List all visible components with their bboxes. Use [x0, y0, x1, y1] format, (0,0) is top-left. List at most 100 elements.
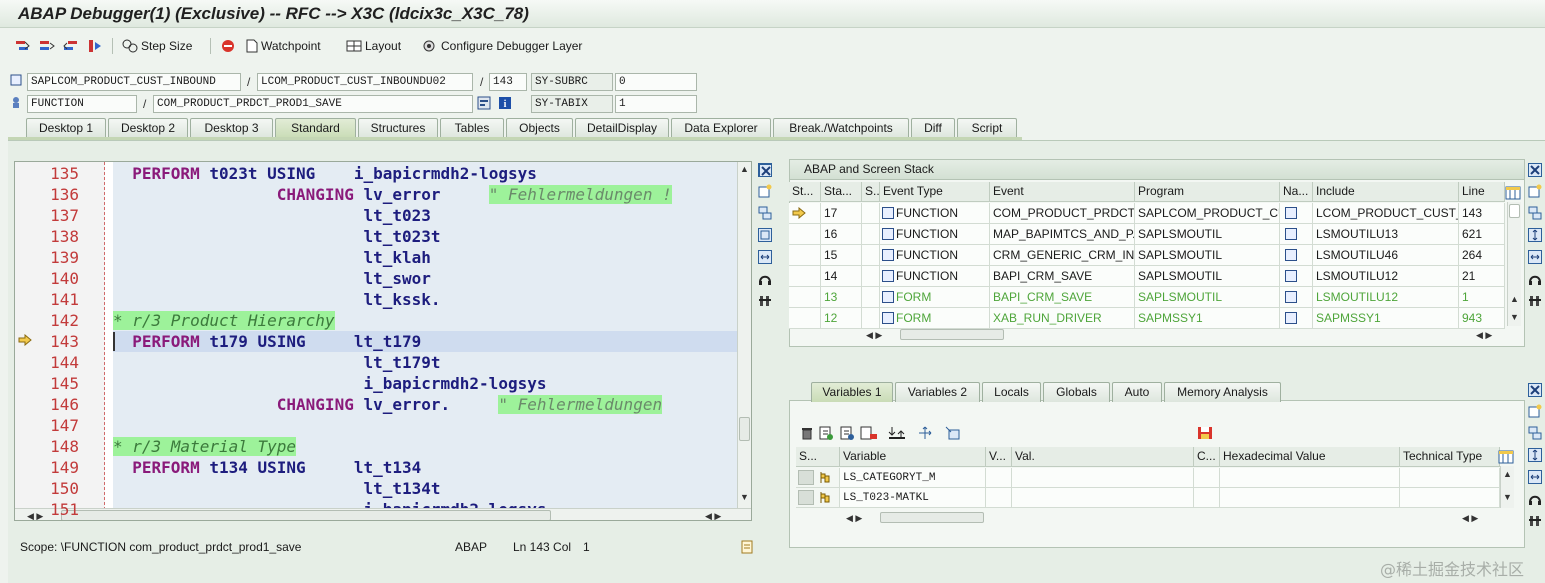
- stack-cell[interactable]: FUNCTION: [880, 203, 990, 224]
- line-number[interactable]: 142: [15, 310, 79, 331]
- stack-cell[interactable]: XAB_RUN_DRIVER: [990, 308, 1135, 329]
- stack-cell[interactable]: SAPMSSY1: [1313, 308, 1459, 329]
- line-number[interactable]: 149: [15, 457, 79, 478]
- stop-icon[interactable]: [221, 36, 235, 56]
- tab-structures[interactable]: Structures: [358, 118, 438, 138]
- stack-cell[interactable]: [862, 308, 880, 329]
- import-icon[interactable]: [819, 426, 833, 440]
- line-number[interactable]: 145: [15, 373, 79, 394]
- tab-variables-4[interactable]: Auto: [1112, 382, 1162, 402]
- stack-column-header[interactable]: Event Type: [880, 182, 990, 202]
- stack-cell[interactable]: LSMOUTILU12: [1313, 266, 1459, 287]
- stack-column-header[interactable]: Include: [1313, 182, 1459, 202]
- stack-cell[interactable]: [1280, 308, 1313, 329]
- close-icon[interactable]: [758, 163, 772, 177]
- navigate-icon[interactable]: [1285, 249, 1297, 261]
- stack-cell[interactable]: FORM: [880, 287, 990, 308]
- variable-cell[interactable]: [1400, 468, 1500, 488]
- stack-column-header[interactable]: Na...: [1280, 182, 1313, 202]
- include-field[interactable]: LCOM_PRODUCT_CUST_INBOUNDU02: [257, 73, 473, 91]
- column-layout-icon[interactable]: [1498, 450, 1514, 464]
- line-number[interactable]: 135: [15, 163, 79, 184]
- stack-cell[interactable]: [862, 266, 880, 287]
- variable-cell[interactable]: [1400, 488, 1500, 508]
- stack-column-header[interactable]: Program: [1135, 182, 1280, 202]
- editor-hscroll-thumb[interactable]: [61, 510, 551, 520]
- stack-cell[interactable]: 21: [1459, 266, 1505, 287]
- move-icon[interactable]: [916, 426, 934, 440]
- stack-column-header[interactable]: St...: [789, 182, 821, 202]
- line-number[interactable]: 141: [15, 289, 79, 310]
- stack-cell[interactable]: 621: [1459, 224, 1505, 245]
- stack-cell[interactable]: [1280, 266, 1313, 287]
- stack-cell[interactable]: LSMOUTILU46: [1313, 245, 1459, 266]
- delete-var-icon[interactable]: [860, 426, 878, 440]
- swap-tool-icon[interactable]: [1528, 206, 1542, 220]
- tab-tables[interactable]: Tables: [440, 118, 504, 138]
- stack-column-header[interactable]: Line: [1459, 182, 1505, 202]
- watchpoint-button[interactable]: Watchpoint: [246, 36, 321, 56]
- stack-cell[interactable]: 14: [821, 266, 862, 287]
- new-tool-icon[interactable]: [1528, 404, 1542, 418]
- tab-script[interactable]: Script: [957, 118, 1017, 138]
- stack-cell[interactable]: FUNCTION: [880, 224, 990, 245]
- stack-cell[interactable]: LSMOUTILU12: [1313, 287, 1459, 308]
- stack-cell[interactable]: SAPLSMOUTIL: [1135, 287, 1280, 308]
- tab-desktop-1[interactable]: Desktop 1: [26, 118, 106, 138]
- swap-tool-icon[interactable]: [1528, 426, 1542, 440]
- settings-icon[interactable]: [1528, 294, 1542, 308]
- maximize-icon[interactable]: [1528, 448, 1542, 462]
- single-step-icon[interactable]: [15, 36, 31, 56]
- tab-data-explorer[interactable]: Data Explorer: [671, 118, 771, 138]
- code-area[interactable]: PERFORM t023t USING i_bapicrmdh2-logsys …: [113, 162, 751, 520]
- tab-desktop-3[interactable]: Desktop 3: [190, 118, 273, 138]
- variable-cell[interactable]: [796, 468, 840, 488]
- tab-breakpoints[interactable]: Break./Watchpoints: [773, 118, 909, 138]
- navigate-icon[interactable]: [1285, 291, 1297, 303]
- tab-variables-5[interactable]: Memory Analysis: [1164, 382, 1281, 402]
- configure-layer-button[interactable]: Configure Debugger Layer: [422, 36, 582, 56]
- line-number[interactable]: 138: [15, 226, 79, 247]
- tab-desktop-2[interactable]: Desktop 2: [108, 118, 188, 138]
- stack-cell[interactable]: BAPI_CRM_SAVE: [990, 287, 1135, 308]
- editor-vscroll-thumb[interactable]: [739, 417, 750, 441]
- line-number[interactable]: 140: [15, 268, 79, 289]
- stack-cell[interactable]: COM_PRODUCT_PRDCT_...: [990, 203, 1135, 224]
- stack-cell[interactable]: [1280, 224, 1313, 245]
- variables-column-header[interactable]: S...: [796, 447, 840, 467]
- variable-cell[interactable]: [1194, 488, 1220, 508]
- variable-cell[interactable]: [1012, 468, 1194, 488]
- variables-column-header[interactable]: Technical Type: [1400, 447, 1500, 467]
- line-number[interactable]: 146: [15, 394, 79, 415]
- tab-variables-1[interactable]: Variables 2: [895, 382, 980, 402]
- settings-icon[interactable]: [758, 294, 772, 308]
- delete-icon[interactable]: [800, 426, 814, 440]
- close-icon[interactable]: [1528, 163, 1542, 177]
- variables-column-header[interactable]: V...: [986, 447, 1012, 467]
- variable-cell[interactable]: [1220, 468, 1400, 488]
- line-number[interactable]: 147: [15, 415, 79, 436]
- line-number[interactable]: 139: [15, 247, 79, 268]
- stack-cell[interactable]: [1280, 245, 1313, 266]
- maximize-icon[interactable]: [758, 228, 772, 242]
- editor-hscrollbar[interactable]: ◀ ▶ ◀ ▶: [15, 508, 751, 520]
- tab-standard[interactable]: Standard: [275, 118, 356, 138]
- stack-cell[interactable]: [1280, 203, 1313, 224]
- source-editor[interactable]: PERFORM t023t USING i_bapicrmdh2-logsys …: [14, 161, 752, 521]
- stack-cell[interactable]: CRM_GENERIC_CRM_IN: [990, 245, 1135, 266]
- stack-cell[interactable]: SAPLCOM_PRODUCT_CU...: [1135, 203, 1280, 224]
- variables-hscrollbar[interactable]: ◀ ▶ ◀ ▶: [842, 511, 1502, 525]
- services-icon[interactable]: [1528, 492, 1542, 506]
- stack-cell[interactable]: 13: [821, 287, 862, 308]
- stack-cell[interactable]: [862, 224, 880, 245]
- resize-icon[interactable]: [758, 250, 772, 264]
- tab-detaildisplay[interactable]: DetailDisplay: [575, 118, 669, 138]
- execute-icon[interactable]: [39, 36, 55, 56]
- stack-cell[interactable]: [1280, 287, 1313, 308]
- navigate-icon[interactable]: [1285, 312, 1297, 324]
- editor-vscrollbar[interactable]: ▲ ▼: [737, 162, 751, 508]
- navigate-icon[interactable]: [1285, 207, 1297, 219]
- stack-cell[interactable]: SAPMSSY1: [1135, 308, 1280, 329]
- sort-icon[interactable]: [888, 426, 906, 440]
- variable-cell[interactable]: [1194, 468, 1220, 488]
